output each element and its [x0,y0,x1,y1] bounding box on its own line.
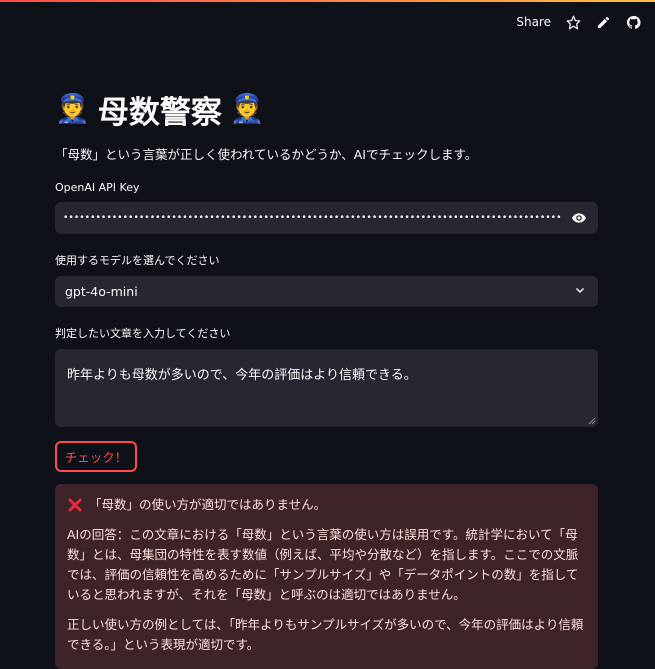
police-officer-icon: 👮 [55,92,90,125]
page-title: 👮 母数警察 👮 [55,86,598,132]
correct-usage-paragraph: 正しい使い方の例としては、「昨年よりもサンプルサイズが多いので、今年の評価はより… [67,617,584,652]
api-key-input[interactable]: ••••••••••••••••••••••••••••••••••••••••… [55,202,598,234]
model-select[interactable]: gpt-4o-mini [55,276,598,307]
model-select-value: gpt-4o-mini [65,284,138,299]
text-input-value[interactable]: 昨年よりも母数が多いので、今年の評価はより信頼できる。 [67,368,417,383]
github-icon[interactable] [625,14,641,30]
error-alert: 「母数」の使い方が適切ではありません。 AIの回答：この文章における「母数」とい… [55,484,598,669]
model-select-label: 使用するモデルを選んでください [55,254,220,267]
check-button[interactable]: チェック！ [55,441,137,472]
text-input-area[interactable]: 昨年よりも母数が多いので、今年の評価はより信頼できる。 [55,349,598,427]
share-button[interactable]: Share [516,15,551,29]
api-key-label: OpenAI API Key [55,181,140,194]
pencil-icon[interactable] [595,14,611,30]
toolbar: Share [516,14,641,30]
resize-handle-icon[interactable] [588,417,596,425]
error-heading: 「母数」の使い方が適切ではありません。 [67,495,584,515]
top-decoration-line [0,0,655,2]
error-heading-text: 「母数」の使い方が適切ではありません。 [89,497,327,512]
page-title-text: 母数警察 [97,94,222,131]
api-key-value[interactable]: ••••••••••••••••••••••••••••••••••••••••… [63,213,562,223]
ai-answer-paragraph: AIの回答：この文章における「母数」という言葉の使い方は誤用です。統計学において… [67,527,579,602]
police-officer-icon: 👮 [229,92,265,125]
text-input-label: 判定したい文章を入力してください [55,327,231,340]
star-icon[interactable] [565,14,581,30]
chevron-down-icon[interactable] [574,284,586,299]
page-caption: 「母数」という言葉が正しく使われているかどうか、AIでチェックします。 [55,147,478,162]
cross-mark-icon [67,497,83,513]
eye-icon[interactable] [570,209,588,227]
main-content: 👮 母数警察 👮 「母数」という言葉が正しく使われているかどうか、AIでチェック… [55,86,598,669]
